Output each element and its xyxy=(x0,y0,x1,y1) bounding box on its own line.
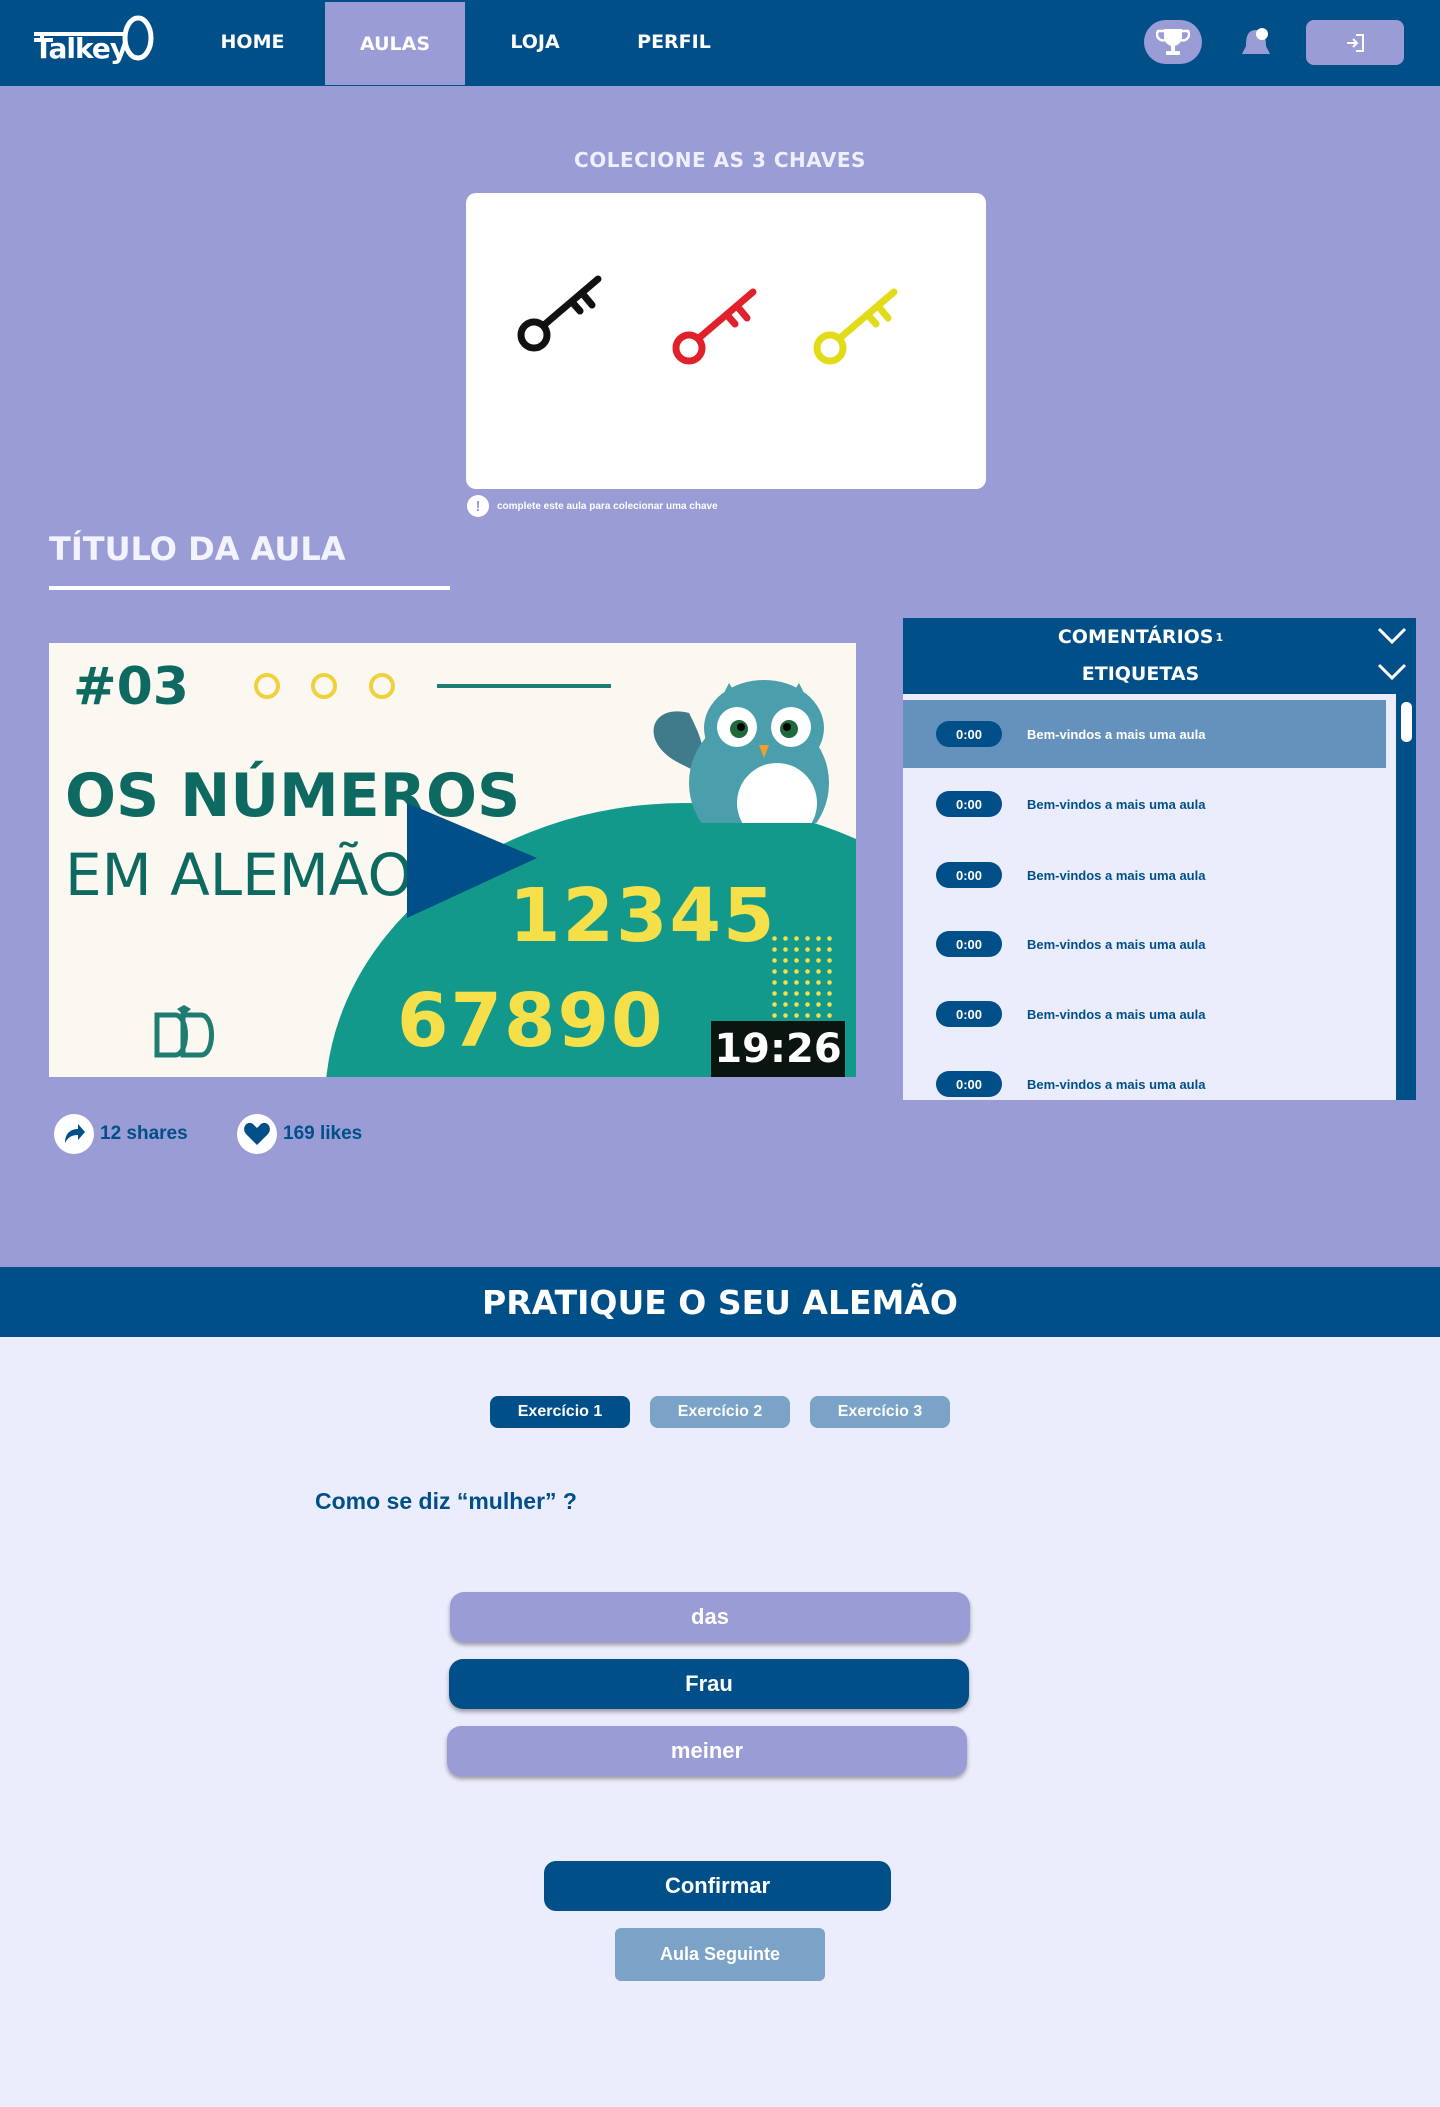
video-episode: #03 xyxy=(73,657,189,717)
comments-toggle[interactable]: COMENTÁRIOS 1 xyxy=(903,619,1378,655)
keys-card xyxy=(466,193,986,489)
tag-text: Bem-vindos a mais uma aula xyxy=(1027,867,1206,883)
owl-icon xyxy=(653,680,829,823)
tag-timestamp[interactable]: 0:00 xyxy=(936,791,1002,817)
notifications-button[interactable] xyxy=(1232,20,1280,68)
video-duration: 19:26 xyxy=(711,1021,845,1077)
logo-key-icon xyxy=(34,15,154,61)
like-button[interactable]: 169 likes xyxy=(237,1114,362,1154)
tags-list: 0:00 Bem-vindos a mais uma aula 0:00 Bem… xyxy=(903,694,1396,1100)
top-navbar: Talkey HOME AULAS LOJA PERFIL xyxy=(0,0,1440,86)
nav-loja[interactable]: LOJA xyxy=(495,0,575,83)
tag-text: Bem-vindos a mais uma aula xyxy=(1027,936,1206,952)
logout-icon xyxy=(1347,33,1364,52)
tab-exercise-1[interactable]: Exercício 1 xyxy=(490,1396,630,1428)
red-key-icon xyxy=(672,288,757,365)
confirm-button[interactable]: Confirmar xyxy=(544,1861,891,1911)
tag-item[interactable]: 0:00 Bem-vindos a mais uma aula xyxy=(903,980,1386,1048)
tag-timestamp[interactable]: 0:00 xyxy=(936,931,1002,957)
trophy-icon xyxy=(1156,29,1190,55)
nav-perfil[interactable]: PERFIL xyxy=(630,0,718,83)
video-player[interactable]: #03 OS NÚMEROS EM ALEMÃO 12345 67890 19:… xyxy=(49,643,856,1077)
tag-item[interactable]: 0:00 Bem-vindos a mais uma aula xyxy=(903,841,1386,909)
heart-icon xyxy=(237,1114,277,1154)
tag-item[interactable]: 0:00 Bem-vindos a mais uma aula xyxy=(903,1050,1386,1100)
video-title-line2: EM ALEMÃO xyxy=(65,841,414,909)
keys-hint: ! complete este aula para colecionar uma… xyxy=(467,495,718,517)
video-numbers-2: 67890 xyxy=(397,978,665,1064)
tag-item[interactable]: 0:00 Bem-vindos a mais uma aula xyxy=(903,910,1386,978)
talkey-logo[interactable]: Talkey xyxy=(34,12,156,68)
share-button[interactable]: 12 shares xyxy=(54,1114,188,1154)
video-deco-circle xyxy=(311,673,337,699)
logout-button[interactable] xyxy=(1306,20,1404,65)
tag-timestamp[interactable]: 0:00 xyxy=(936,1001,1002,1027)
tag-text: Bem-vindos a mais uma aula xyxy=(1027,1076,1206,1092)
share-icon xyxy=(54,1114,94,1154)
comments-count: 1 xyxy=(1215,630,1224,644)
video-numbers-1: 12345 xyxy=(509,873,777,959)
nav-home[interactable]: HOME xyxy=(210,0,295,83)
keys-title: COLECIONE AS 3 CHAVES xyxy=(574,148,866,172)
yellow-key-icon xyxy=(813,288,898,365)
comments-tags-panel: COMENTÁRIOS 1 ETIQUETAS 0:00 Bem-vindos a… xyxy=(903,618,1416,1100)
tab-exercise-3[interactable]: Exercício 3 xyxy=(810,1396,950,1428)
tag-text: Bem-vindos a mais uma aula xyxy=(1027,1006,1206,1022)
tag-text: Bem-vindos a mais uma aula xyxy=(1027,726,1206,742)
bell-icon xyxy=(1242,28,1270,54)
chevron-down-icon[interactable] xyxy=(1376,662,1408,682)
channel-logo-icon xyxy=(154,1005,214,1058)
tags-toggle[interactable]: ETIQUETAS xyxy=(903,656,1378,692)
tag-text: Bem-vindos a mais uma aula xyxy=(1027,796,1206,812)
likes-count: 169 likes xyxy=(283,1123,363,1144)
exercise-question: Como se diz “mulher” ? xyxy=(315,1488,577,1514)
shares-count: 12 shares xyxy=(100,1123,188,1144)
next-lesson-button[interactable]: Aula Seguinte xyxy=(615,1928,825,1981)
tag-item[interactable]: 0:00 Bem-vindos a mais uma aula xyxy=(903,700,1386,768)
video-deco-line xyxy=(437,684,611,688)
black-key-icon xyxy=(517,275,602,352)
info-icon: ! xyxy=(467,495,489,517)
comments-label: COMENTÁRIOS xyxy=(1057,626,1214,648)
tag-timestamp[interactable]: 0:00 xyxy=(936,862,1002,888)
play-icon[interactable] xyxy=(407,803,547,923)
tag-timestamp[interactable]: 0:00 xyxy=(936,1071,1002,1097)
lesson-title-underline xyxy=(49,586,450,590)
tab-exercise-2[interactable]: Exercício 2 xyxy=(650,1396,790,1428)
scrollbar-thumb[interactable] xyxy=(1401,702,1412,742)
answer-option-das[interactable]: das xyxy=(450,1592,970,1642)
trophy-button[interactable] xyxy=(1144,20,1202,64)
lesson-title: TÍTULO DA AULA xyxy=(49,530,346,568)
answer-option-meiner[interactable]: meiner xyxy=(447,1726,967,1776)
video-deco-circle xyxy=(254,673,280,699)
tag-item[interactable]: 0:00 Bem-vindos a mais uma aula xyxy=(903,770,1386,838)
chevron-down-icon[interactable] xyxy=(1376,626,1408,646)
nav-aulas[interactable]: AULAS xyxy=(325,2,465,85)
keys-hint-text: complete este aula para colecionar uma c… xyxy=(497,500,718,512)
tag-timestamp[interactable]: 0:00 xyxy=(936,721,1002,747)
video-deco-circle xyxy=(369,673,395,699)
answer-option-frau[interactable]: Frau xyxy=(449,1659,969,1709)
practice-title: PRATIQUE O SEU ALEMÃO xyxy=(0,1267,1440,1337)
